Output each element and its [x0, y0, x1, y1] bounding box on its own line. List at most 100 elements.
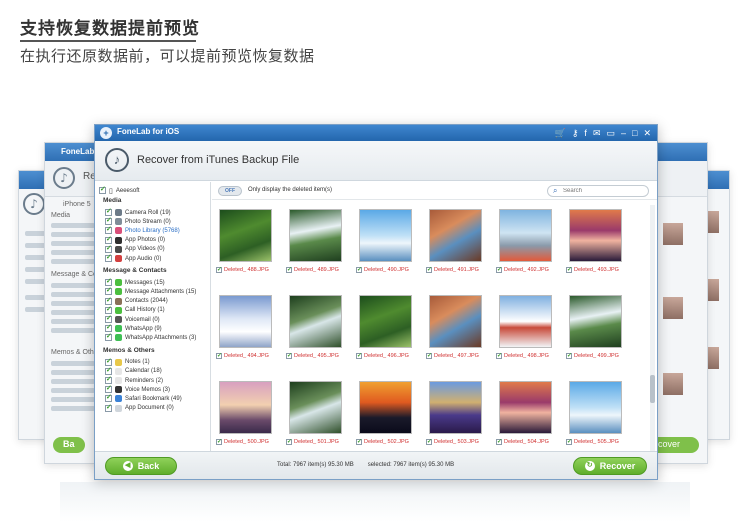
close-icon[interactable]: ✕: [643, 126, 651, 140]
device-item[interactable]: ▯ Aeeesoft: [99, 185, 140, 195]
sidebar-item[interactable]: Calendar (18): [105, 366, 162, 376]
key-icon[interactable]: ⚷: [572, 126, 579, 140]
photo-tile[interactable]: Deleted_ 495.JPG: [286, 295, 346, 359]
photo-tile[interactable]: Deleted_ 489.JPG: [286, 209, 346, 273]
photo-tile[interactable]: Deleted_ 503.JPG: [426, 381, 486, 445]
photo-tile[interactable]: Deleted_ 494.JPG: [216, 295, 276, 359]
sidebar-item[interactable]: Safari Bookmark (49): [105, 393, 182, 403]
photo-checkbox[interactable]: [566, 266, 572, 273]
sidebar-item[interactable]: Call History (1): [105, 305, 165, 315]
device-checkbox[interactable]: [99, 185, 106, 194]
sidebar-item-checkbox[interactable]: [105, 244, 112, 253]
photo-thumbnail[interactable]: [569, 381, 622, 434]
sidebar-item-checkbox[interactable]: [105, 332, 112, 342]
sidebar-item-checkbox[interactable]: [105, 314, 112, 323]
photo-checkbox[interactable]: [216, 352, 222, 359]
photo-tile[interactable]: Deleted_ 504.JPG: [496, 381, 556, 445]
sidebar-item[interactable]: Messages (15): [105, 277, 165, 287]
sidebar-item-checkbox[interactable]: [105, 305, 112, 314]
maximize-icon[interactable]: □: [632, 126, 637, 140]
photo-checkbox[interactable]: [426, 352, 432, 359]
photo-thumbnail[interactable]: [289, 295, 342, 348]
photo-thumbnail[interactable]: [359, 209, 412, 262]
photo-tile[interactable]: Deleted_ 501.JPG: [286, 381, 346, 445]
photo-thumbnail[interactable]: [289, 381, 342, 434]
photo-checkbox[interactable]: [356, 352, 362, 359]
photo-thumbnail[interactable]: [219, 381, 272, 434]
photo-checkbox[interactable]: [286, 352, 292, 359]
back-button[interactable]: ◀ Back: [105, 457, 177, 475]
chat-icon[interactable]: ✉: [593, 126, 601, 140]
grid-scrollbar[interactable]: [650, 205, 655, 451]
photo-checkbox[interactable]: [426, 266, 432, 273]
photo-thumbnail[interactable]: [569, 295, 622, 348]
photo-thumbnail[interactable]: [569, 209, 622, 262]
sidebar-item[interactable]: WhatsApp Attachments (3): [105, 332, 196, 342]
sidebar-item-checkbox[interactable]: [105, 357, 112, 366]
photo-tile[interactable]: Deleted_ 493.JPG: [566, 209, 626, 273]
sidebar-item-checkbox[interactable]: [105, 403, 112, 412]
photo-thumbnail[interactable]: [429, 209, 482, 262]
recover-button[interactable]: ↻ Recover: [573, 457, 647, 475]
sidebar-item-checkbox[interactable]: [105, 277, 112, 287]
photo-tile[interactable]: Deleted_ 500.JPG: [216, 381, 276, 445]
photo-thumbnail[interactable]: [499, 209, 552, 262]
photo-checkbox[interactable]: [426, 438, 432, 445]
sidebar-item-checkbox[interactable]: [105, 375, 112, 384]
photo-tile[interactable]: Deleted_ 496.JPG: [356, 295, 416, 359]
sidebar-item-checkbox[interactable]: [105, 207, 112, 216]
photo-tile[interactable]: Deleted_ 488.JPG: [216, 209, 276, 273]
sidebar-item-checkbox[interactable]: [105, 296, 112, 305]
photo-tile[interactable]: Deleted_ 498.JPG: [496, 295, 556, 359]
photo-thumbnail[interactable]: [359, 295, 412, 348]
photo-tile[interactable]: Deleted_ 505.JPG: [566, 381, 626, 445]
photo-tile[interactable]: Deleted_ 490.JPG: [356, 209, 416, 273]
sidebar-item-checkbox[interactable]: [105, 323, 112, 333]
photo-checkbox[interactable]: [496, 438, 502, 445]
sidebar-item-checkbox[interactable]: [105, 235, 112, 244]
minimize-icon[interactable]: –: [621, 126, 626, 140]
sidebar-item[interactable]: Voice Memos (3): [105, 384, 170, 394]
photo-checkbox[interactable]: [216, 438, 222, 445]
photo-checkbox[interactable]: [216, 266, 222, 273]
photo-tile[interactable]: Deleted_ 492.JPG: [496, 209, 556, 273]
sidebar-item[interactable]: App Document (0): [105, 403, 174, 413]
cart-icon[interactable]: 🛒: [555, 126, 566, 140]
photo-checkbox[interactable]: [356, 438, 362, 445]
photo-checkbox[interactable]: [496, 266, 502, 273]
sidebar-item-checkbox[interactable]: [105, 384, 112, 394]
photo-checkbox[interactable]: [566, 352, 572, 359]
sidebar-item-checkbox[interactable]: [105, 216, 112, 226]
sidebar-item[interactable]: App Audio (0): [105, 253, 161, 263]
search-box[interactable]: ⌕: [547, 185, 649, 197]
sidebar-item[interactable]: Voicemail (0): [105, 314, 160, 324]
sidebar-item[interactable]: Photo Stream (0): [105, 216, 171, 226]
photo-thumbnail[interactable]: [429, 381, 482, 434]
sidebar-item-checkbox[interactable]: [105, 225, 112, 235]
photo-thumbnail[interactable]: [289, 209, 342, 262]
sidebar-item[interactable]: Photo Library (5768): [105, 225, 180, 235]
photo-checkbox[interactable]: [356, 266, 362, 273]
screen-icon[interactable]: ▭: [606, 126, 615, 140]
photo-tile[interactable]: Deleted_ 499.JPG: [566, 295, 626, 359]
photo-thumbnail[interactable]: [219, 209, 272, 262]
photo-thumbnail[interactable]: [359, 381, 412, 434]
sidebar-item[interactable]: Message Attachments (15): [105, 286, 196, 296]
search-icon[interactable]: ⌕: [553, 186, 557, 196]
photo-thumbnail[interactable]: [499, 295, 552, 348]
sidebar-item[interactable]: WhatsApp (9): [105, 323, 162, 333]
sidebar-item-checkbox[interactable]: [105, 253, 112, 262]
sidebar-item[interactable]: Camera Roll (19): [105, 207, 171, 217]
sidebar-item[interactable]: App Videos (0): [105, 244, 165, 254]
photo-tile[interactable]: Deleted_ 497.JPG: [426, 295, 486, 359]
sidebar-item[interactable]: Reminders (2): [105, 375, 163, 385]
sidebar-item[interactable]: App Photos (0): [105, 235, 165, 245]
sidebar-item-checkbox[interactable]: [105, 393, 112, 403]
facebook-icon[interactable]: f: [584, 126, 587, 140]
search-input[interactable]: [563, 187, 643, 195]
photo-checkbox[interactable]: [286, 438, 292, 445]
scrollbar-thumb[interactable]: [650, 375, 655, 403]
photo-thumbnail[interactable]: [219, 295, 272, 348]
photo-checkbox[interactable]: [286, 266, 292, 273]
photo-thumbnail[interactable]: [499, 381, 552, 434]
